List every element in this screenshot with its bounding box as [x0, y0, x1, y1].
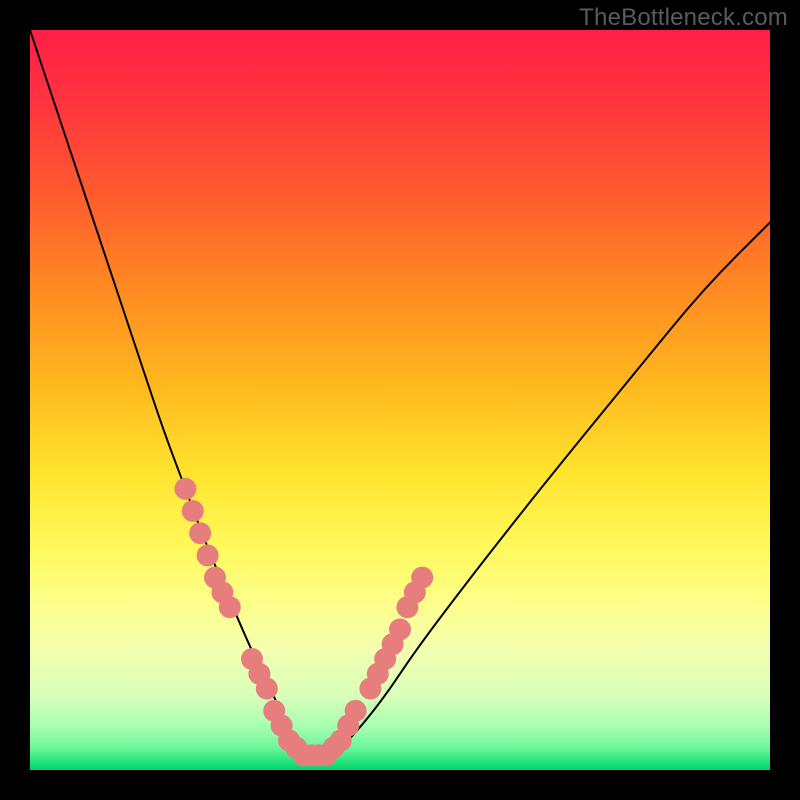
- highlight-dot: [182, 500, 204, 522]
- highlight-dot: [345, 700, 367, 722]
- highlight-dot: [189, 522, 211, 544]
- plot-area: [30, 30, 770, 770]
- chart-svg: [30, 30, 770, 770]
- highlight-dot: [174, 478, 196, 500]
- highlight-dot: [219, 596, 241, 618]
- highlight-dot: [389, 618, 411, 640]
- highlight-dot: [197, 544, 219, 566]
- highlight-dots-group: [174, 478, 433, 766]
- highlight-dot: [411, 567, 433, 589]
- watermark-text: TheBottleneck.com: [579, 4, 788, 32]
- highlight-dot: [256, 678, 278, 700]
- chart-frame: TheBottleneck.com: [0, 0, 800, 800]
